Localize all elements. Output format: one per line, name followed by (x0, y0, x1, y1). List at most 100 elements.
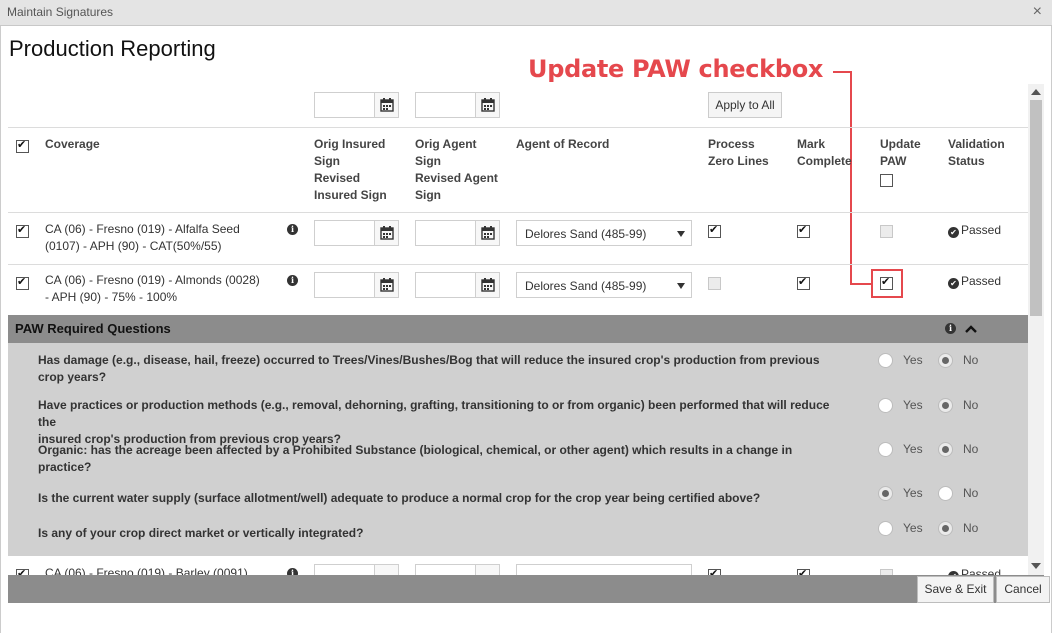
agent-sign-date-input[interactable] (415, 564, 500, 575)
yes-radio[interactable] (878, 442, 893, 457)
save-exit-button[interactable]: Save & Exit (917, 576, 994, 603)
production-grid: Apply to All Coverage Orig Insured Sign … (8, 84, 1028, 575)
mark-complete-checkbox[interactable] (797, 225, 810, 238)
selected-agent: Delores Sand (485-99) (525, 227, 647, 241)
header-line: Mark (797, 137, 826, 151)
no-radio[interactable] (938, 442, 953, 457)
orig-insured-date-input[interactable] (314, 92, 399, 118)
header-line: Insured Sign (314, 188, 387, 202)
yes-radio[interactable] (878, 353, 893, 368)
paw-question: Has damage (e.g., disease, hail, freeze)… (38, 352, 848, 386)
yes-label: Yes (903, 398, 923, 412)
no-label: No (963, 521, 979, 535)
calendar-icon (481, 278, 495, 292)
header-line: Sign (415, 188, 441, 202)
vertical-scrollbar[interactable] (1028, 84, 1044, 575)
scroll-thumb[interactable] (1030, 100, 1042, 316)
calendar-button[interactable] (475, 273, 499, 297)
yes-label: Yes (903, 442, 923, 456)
process-zero-lines-checkbox[interactable] (708, 225, 721, 238)
process-zero-lines-checkbox (708, 277, 721, 290)
column-header-validation: Validation Status (948, 136, 1005, 170)
dialog-footer (8, 575, 1044, 603)
cancel-button[interactable]: Cancel (996, 576, 1050, 603)
check-circle-icon: ✔ (948, 227, 959, 238)
orig-agent-date-input[interactable] (415, 92, 500, 118)
divider (8, 127, 1028, 128)
agent-of-record-select[interactable]: Delores Sand (485-99) (516, 220, 692, 246)
scroll-down-arrow-icon[interactable] (1031, 563, 1041, 569)
update-paw-all-checkbox[interactable] (880, 174, 893, 187)
coverage-text: CA (06) - Fresno (019) - Barley (0091) (45, 566, 248, 575)
no-radio[interactable] (938, 486, 953, 501)
calendar-button[interactable] (374, 565, 398, 575)
header-line: Orig Insured (314, 137, 386, 151)
calendar-button[interactable] (374, 273, 398, 297)
window-title: Maintain Signatures (7, 5, 114, 19)
update-paw-checkbox (880, 225, 893, 238)
info-icon[interactable]: i (945, 323, 956, 334)
agent-sign-date-input[interactable] (415, 272, 500, 298)
info-icon[interactable]: i (287, 568, 298, 575)
info-icon[interactable]: i (287, 275, 298, 286)
no-radio[interactable] (938, 353, 953, 368)
calendar-button[interactable] (475, 221, 499, 245)
calendar-button[interactable] (374, 221, 398, 245)
apply-to-all-button[interactable]: Apply to All (708, 92, 782, 118)
select-all-checkbox[interactable] (16, 140, 29, 153)
column-header-process-zero: Process Zero Lines (708, 136, 769, 170)
row-select-checkbox[interactable] (16, 225, 29, 238)
insured-sign-date-input[interactable] (314, 564, 399, 575)
no-radio[interactable] (938, 521, 953, 536)
column-header-orig-agent: Orig Agent Sign Revised Agent Sign (415, 136, 498, 204)
yes-radio[interactable] (878, 521, 893, 536)
status-text: Passed (961, 274, 1002, 288)
close-icon[interactable]: × (1033, 4, 1042, 20)
info-icon[interactable]: i (287, 224, 298, 235)
insured-sign-date-input[interactable] (314, 220, 399, 246)
validation-status: ✔Passed (948, 567, 1001, 575)
page-title: Production Reporting (9, 36, 216, 61)
paw-question: Is any of your crop direct market or ver… (38, 525, 848, 542)
no-radio[interactable] (938, 398, 953, 413)
selected-agent: Delores Sand (485-99) (525, 279, 647, 293)
divider (8, 264, 1028, 265)
validation-status: ✔Passed (948, 223, 1001, 238)
header-line: Sign (314, 154, 340, 168)
mark-complete-checkbox[interactable] (797, 277, 810, 290)
row-select-checkbox[interactable] (16, 277, 29, 290)
header-line: Orig Agent (415, 137, 477, 151)
question-line: Is the current water supply (surface all… (38, 491, 761, 505)
paw-section-header[interactable]: PAW Required Questions i (8, 315, 1028, 343)
scroll-up-arrow-icon[interactable] (1031, 89, 1041, 95)
paw-question: Organic: has the acreage been affected b… (38, 442, 848, 476)
insured-sign-date-input[interactable] (314, 272, 399, 298)
calendar-icon (481, 226, 495, 240)
calendar-button[interactable] (475, 93, 499, 117)
column-header-mark-complete: Mark Complete (797, 136, 852, 170)
agent-of-record-select[interactable]: Delores Sand (485-99) (516, 272, 692, 298)
yes-radio[interactable] (878, 486, 893, 501)
header-line: Complete (797, 154, 852, 168)
yes-radio[interactable] (878, 398, 893, 413)
coverage-line: - APH (90) - 75% - 100% (45, 290, 178, 304)
question-line: practice? (38, 460, 92, 474)
coverage-text: CA (06) - Fresno (019) - Alfalfa Seed (0… (45, 221, 240, 255)
chevron-down-icon (677, 283, 685, 289)
header-line: Status (948, 154, 985, 168)
header-line: Update (880, 137, 921, 151)
validation-status: ✔Passed (948, 274, 1001, 289)
column-header-update-paw: Update PAW (880, 136, 921, 170)
calendar-button[interactable] (475, 565, 499, 575)
calendar-icon (380, 226, 394, 240)
chevron-up-icon[interactable] (965, 324, 977, 334)
paw-question: Is the current water supply (surface all… (38, 490, 848, 507)
no-label: No (963, 398, 979, 412)
paw-section-title: PAW Required Questions (15, 321, 171, 336)
agent-sign-date-input[interactable] (415, 220, 500, 246)
no-label: No (963, 486, 979, 500)
calendar-button[interactable] (374, 93, 398, 117)
question-line: crop years? (38, 370, 107, 384)
update-paw-checkbox[interactable] (880, 277, 893, 290)
agent-of-record-select[interactable] (516, 564, 692, 575)
